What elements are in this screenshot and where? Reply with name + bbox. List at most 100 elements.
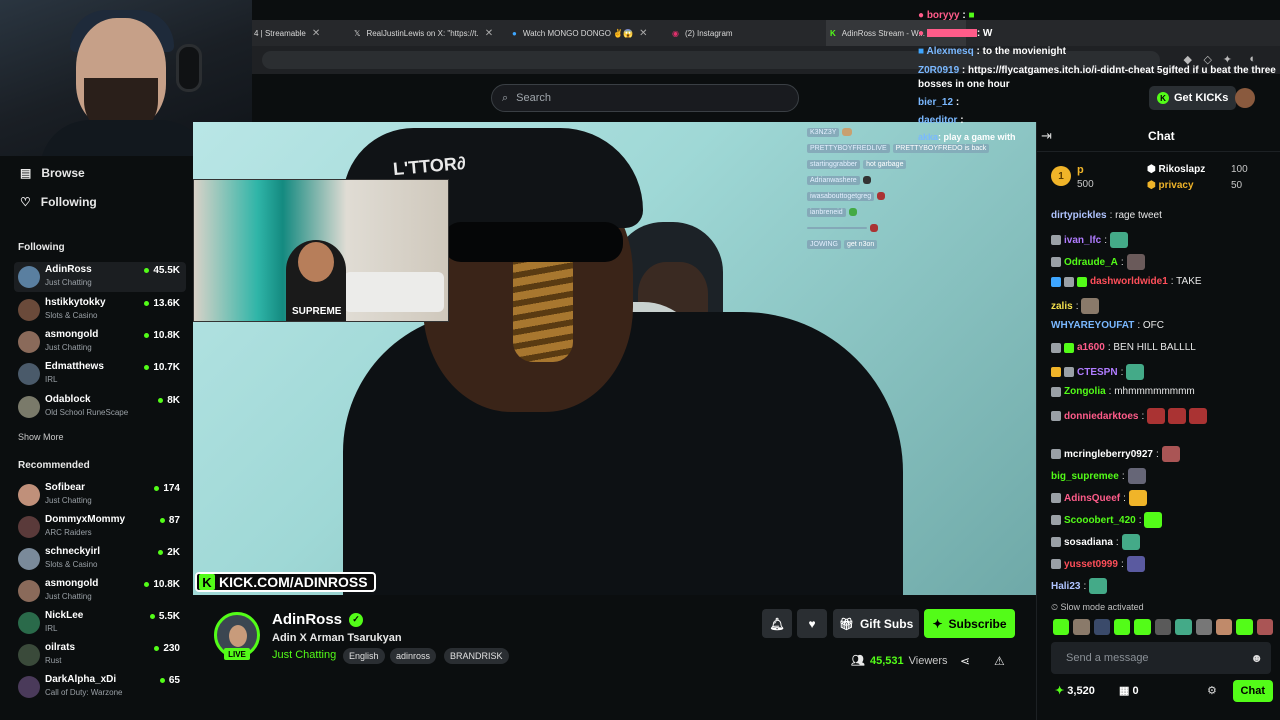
emote-icon[interactable] <box>1053 619 1070 635</box>
get-kicks-button[interactable]: K Get KICKs <box>1149 86 1237 110</box>
emote-icon[interactable] <box>1154 619 1172 635</box>
kick-url-text: KICK.COM/ADINROSS <box>219 574 368 590</box>
chat-username[interactable]: donniedarktoes <box>1064 411 1138 422</box>
overlay-user-redacted <box>926 29 977 38</box>
emote-icon <box>1126 254 1145 270</box>
channel-category: Just Chatting <box>45 278 92 287</box>
viewer-count: 2K <box>158 547 180 558</box>
sidebar-channel[interactable]: asmongold Just Chatting 10.8K <box>14 576 186 606</box>
follow-button[interactable]: ♥ <box>797 609 827 638</box>
close-icon[interactable]: ✕ <box>312 28 320 39</box>
chat-message: Zongolia: mhmmmmmmmm <box>1051 386 1195 397</box>
browser-tabbar: 4 | Streamable ✕ 𝕏 RealJustinLewis on X: "… <box>252 20 1280 46</box>
share-icon[interactable]: ⋖ <box>960 654 970 668</box>
sidebar-channel[interactable]: Sofibear Just Chatting 174 <box>14 480 186 510</box>
sidebar-channel[interactable]: schneckyirl Slots & Casino 2K <box>14 544 186 574</box>
overlay-chat-name <box>807 227 867 229</box>
chat-username[interactable]: Zongolia <box>1064 386 1106 397</box>
subscribe-button[interactable]: ✦ Subscribe <box>924 609 1015 638</box>
sidebar-channel[interactable]: asmongold Just Chatting 10.8K <box>14 327 186 357</box>
emote-icon[interactable] <box>1093 619 1111 635</box>
browser-tab[interactable]: ◉(2) Instagram✕ <box>672 20 818 46</box>
chat-username[interactable]: AdinsQueef <box>1064 493 1120 504</box>
settings-gear-icon[interactable]: ⚙ <box>1207 684 1217 697</box>
report-icon[interactable]: ⚠ <box>994 654 1005 668</box>
chat-username[interactable]: big_supremee <box>1051 471 1119 482</box>
sidebar-channel[interactable]: oilrats Rust 230 <box>14 640 186 670</box>
chat-username[interactable]: CTESPN <box>1077 367 1118 378</box>
badge-icon <box>1064 367 1074 377</box>
chat-username[interactable]: dashworldwide1 <box>1090 276 1168 287</box>
tab-label: AdinRoss Stream - W... <box>841 28 925 38</box>
overlay-dot-icon: ● <box>918 10 925 21</box>
chat-username[interactable]: a1600 <box>1077 342 1105 353</box>
channel-name[interactable]: AdinRoss <box>272 611 342 628</box>
chat-message: AdinsQueef: <box>1051 490 1147 506</box>
chat-username[interactable]: Odraude_A <box>1064 257 1118 268</box>
emoji-picker-icon[interactable]: ☻ <box>1250 651 1263 665</box>
sidebar-channel[interactable]: Odablock Old School RuneScape 8K <box>14 392 186 422</box>
viewer-count: 13.6K <box>144 298 180 309</box>
emote-icon[interactable] <box>1114 619 1131 635</box>
nav-following[interactable]: ♡ Following <box>20 195 97 209</box>
notification-button[interactable]: 🔔︎ <box>762 609 792 638</box>
badge-icon <box>1077 276 1087 287</box>
close-icon[interactable]: ✕ <box>485 28 493 39</box>
channel-name: Edmatthews <box>45 361 104 372</box>
collapse-chat-icon[interactable]: ⇥ <box>1041 128 1052 144</box>
chat-username[interactable]: Scooobert_420 <box>1064 515 1136 526</box>
channel-points[interactable]: ✦ 3,520 <box>1055 684 1095 697</box>
stream-tag[interactable]: adinross <box>390 648 437 664</box>
stream-tag[interactable]: English <box>343 648 385 664</box>
stream-tag[interactable]: BRANDRISK <box>444 648 509 664</box>
emote-icon[interactable] <box>1256 619 1273 635</box>
emote-icon[interactable] <box>1236 619 1253 635</box>
emote-icon <box>1168 408 1187 424</box>
sidebar-channel[interactable]: NickLee IRL 5.5K <box>14 608 186 638</box>
sidebar-channel[interactable]: Edmatthews IRL 10.7K <box>14 359 186 389</box>
emote-icon[interactable] <box>1175 619 1192 635</box>
chat-username[interactable]: ivan_lfc <box>1064 235 1101 246</box>
slow-mode-notice: ⏲ Slow mode activated <box>1051 602 1144 613</box>
video-icon: ● <box>512 28 517 38</box>
emote-icon: ■ <box>968 10 975 21</box>
show-more-link[interactable]: Show More <box>18 432 64 442</box>
emote-icon <box>862 176 871 184</box>
browser-tab[interactable]: 4 | Streamable ✕ <box>254 20 346 46</box>
stream-category-link[interactable]: Just Chatting <box>272 649 336 661</box>
emote-icon[interactable] <box>1134 619 1151 635</box>
drops[interactable]: ▦ 0 <box>1119 684 1139 697</box>
pip-shirt-text: SUPREME <box>292 306 342 317</box>
nav-browse[interactable]: ▤ Browse <box>20 166 85 180</box>
chat-username[interactable]: Hali23 <box>1051 581 1080 592</box>
video-player[interactable]: L'TTOR∂ SUPREME K3NZ3Y PRETTYBOYFREDLIVE… <box>193 122 1036 595</box>
overlay-user: boryyy <box>926 10 960 21</box>
search-input[interactable]: ⌕ Search <box>491 84 799 112</box>
sidebar-channel-adinross[interactable]: AdinRoss Just Chatting 45.5K <box>14 262 186 292</box>
browser-tab[interactable]: 𝕏 RealJustinLewis on X: "https://t. ✕ <box>354 20 500 46</box>
sidebar-channel[interactable]: DommyxMommy ARC Raiders 87 <box>14 512 186 542</box>
emote-icon[interactable] <box>1073 619 1090 635</box>
sidebar-channel[interactable]: DarkAlpha_xDi Call of Duty: Warzone 65 <box>14 672 186 702</box>
chat-message-input[interactable]: Send a message ☻ <box>1051 642 1271 674</box>
overlay-chat-msg: get n3on <box>844 239 878 249</box>
chat-username[interactable]: dirtypickles <box>1051 210 1107 221</box>
sidebar-channel[interactable]: hstikkytokky Slots & Casino 13.6K <box>14 295 186 325</box>
chat-username[interactable]: mcringleberry0927 <box>1064 449 1153 460</box>
chat-username[interactable]: sosadiana <box>1064 537 1113 548</box>
user-avatar[interactable] <box>1235 88 1255 108</box>
badge-icon <box>1051 411 1061 421</box>
emote-icon[interactable] <box>1195 619 1212 635</box>
channel-name: oilrats <box>45 642 76 653</box>
emote-icon[interactable] <box>1215 619 1233 635</box>
chat-username[interactable]: zalis <box>1051 301 1073 312</box>
chat-username[interactable]: yusset0999 <box>1064 559 1118 570</box>
gift-subs-button[interactable]: 🎁︎ Gift Subs <box>833 609 919 638</box>
browser-tab[interactable]: ● Watch MONGO DONGO ✌😱 ✕ <box>512 20 662 46</box>
send-chat-button[interactable]: Chat <box>1232 680 1273 702</box>
overlay-chat-name: startinggrabber <box>807 159 861 169</box>
close-icon[interactable]: ✕ <box>639 28 647 39</box>
channel-name: DarkAlpha_xDi <box>45 674 117 685</box>
profile-icon[interactable]: ◐ <box>1249 53 1256 65</box>
chat-username[interactable]: WHYAREYOUFAT <box>1051 320 1134 331</box>
